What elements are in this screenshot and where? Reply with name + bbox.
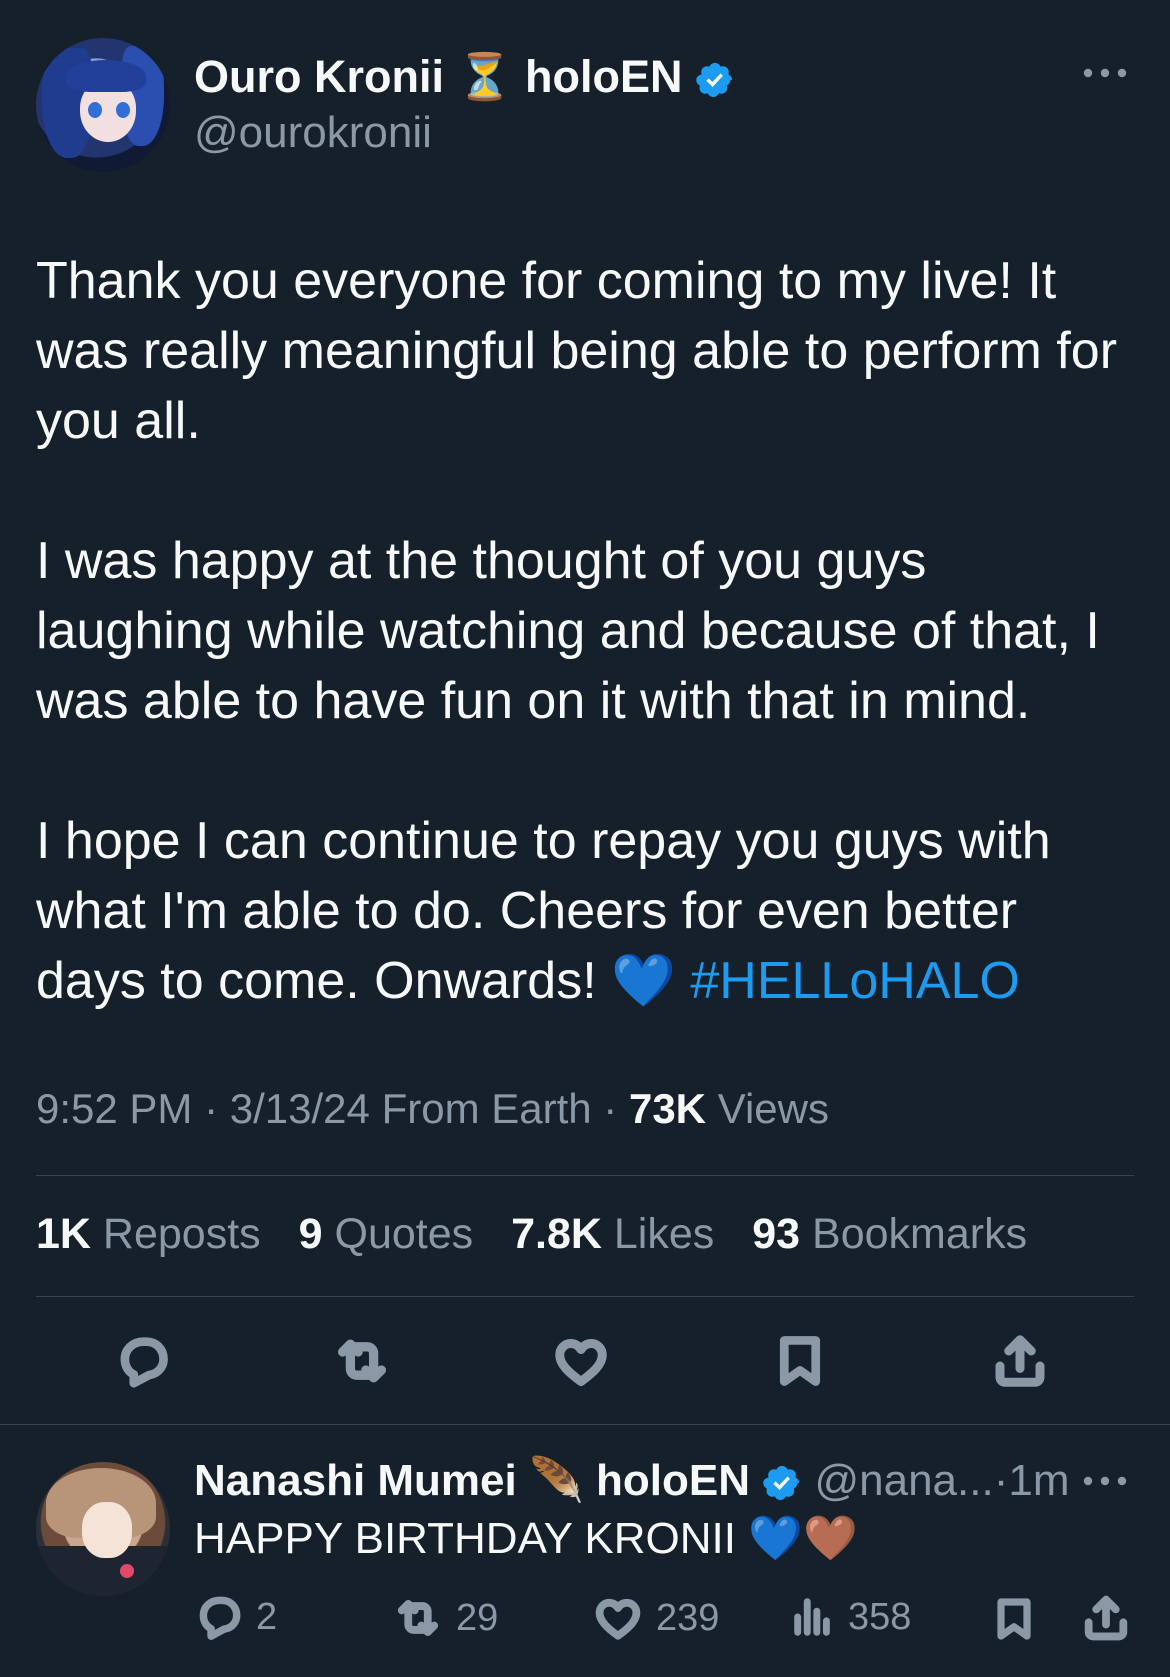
- divider: [0, 1424, 1170, 1425]
- reply-handle[interactable]: @nana...: [814, 1456, 993, 1505]
- like-icon: [595, 1598, 641, 1640]
- tweet-body: Thank you everyone for coming to my live…: [36, 246, 1136, 1016]
- bookmark-button[interactable]: [765, 1326, 835, 1396]
- reply-bookmark-button[interactable]: [990, 1592, 1050, 1646]
- tweet-meta: 9:52 PM · 3/13/24 From Earth · 73K Views: [36, 1085, 829, 1133]
- feather-emoji: 🪶: [528, 1456, 584, 1505]
- repost-button[interactable]: [327, 1326, 397, 1396]
- author-affiliation[interactable]: holoEN: [525, 51, 682, 102]
- reply-author-affiliation[interactable]: holoEN: [596, 1456, 750, 1505]
- blue-heart-emoji: 💙: [611, 952, 676, 1010]
- reply-views-button[interactable]: 358: [790, 1592, 911, 1642]
- divider: [36, 1296, 1134, 1297]
- verified-badge-icon: [696, 63, 733, 98]
- reply-text: HAPPY BIRTHDAY KRONII 💙🤎: [194, 1512, 858, 1564]
- divider: [36, 1175, 1134, 1176]
- verified-badge-icon: [763, 1466, 800, 1501]
- reply-share-button[interactable]: [1080, 1592, 1144, 1644]
- repost-icon: [397, 1600, 439, 1636]
- tweet-time[interactable]: 9:52 PM: [36, 1085, 192, 1132]
- likes-label: Likes: [613, 1210, 715, 1258]
- heart-emojis: 💙🤎: [748, 1514, 858, 1563]
- reply-body: HAPPY BIRTHDAY KRONII: [194, 1514, 737, 1563]
- quotes-count: 9: [298, 1210, 323, 1258]
- bookmark-icon: [779, 1336, 821, 1386]
- author-avatar[interactable]: [36, 38, 170, 172]
- views-count: 73K: [628, 1085, 707, 1132]
- more-options-button[interactable]: [1082, 66, 1128, 85]
- meta-separator: ·: [204, 1085, 219, 1132]
- reply-author-avatar[interactable]: [36, 1462, 170, 1596]
- share-icon: [1084, 1595, 1128, 1641]
- reply-reposts-button[interactable]: 29: [392, 1592, 498, 1644]
- author-name[interactable]: Ouro Kronii: [194, 51, 444, 102]
- reply-header: Nanashi Mumei 🪶 holoEN @nana...·1m: [194, 1454, 1069, 1506]
- reply-icon: [199, 1596, 241, 1640]
- likes-stat[interactable]: 7.8K Likes: [511, 1210, 714, 1258]
- reply-author-name[interactable]: Nanashi Mumei: [194, 1456, 517, 1505]
- engagement-stats: 1K Reposts 9 Quotes 7.8K Likes 93 Bookma…: [36, 1210, 1053, 1259]
- tweet-paragraph-2: I was happy at the thought of you guys l…: [36, 532, 1100, 730]
- meta-separator: ·: [603, 1085, 618, 1132]
- bookmark-icon: [997, 1598, 1031, 1640]
- like-icon: [555, 1339, 607, 1386]
- quotes-stat[interactable]: 9 Quotes: [299, 1210, 474, 1258]
- bookmarks-stat[interactable]: 93 Bookmarks: [752, 1210, 1027, 1258]
- repost-icon: [337, 1339, 387, 1383]
- hashtag-link[interactable]: #HELLoHALO: [690, 952, 1020, 1010]
- reply-replies-count: 2: [256, 1595, 278, 1638]
- reply-icon: [120, 1337, 168, 1388]
- share-icon: [995, 1335, 1045, 1387]
- quotes-label: Quotes: [334, 1210, 474, 1258]
- reply-reposts-count: 29: [456, 1596, 499, 1639]
- views-label: Views: [717, 1085, 829, 1132]
- reposts-count: 1K: [36, 1210, 91, 1258]
- like-button[interactable]: [546, 1326, 616, 1396]
- share-button[interactable]: [985, 1326, 1055, 1396]
- bookmarks-count: 93: [752, 1210, 801, 1258]
- reply-time[interactable]: 1m: [1008, 1456, 1069, 1505]
- bookmarks-label: Bookmarks: [812, 1210, 1028, 1258]
- more-horizontal-icon: [1083, 1476, 1127, 1486]
- tweet-paragraph-3: I hope I can continue to repay you guys …: [36, 806, 1136, 1016]
- views-icon: [794, 1598, 830, 1636]
- more-horizontal-icon: [1083, 68, 1127, 78]
- reply-views-count: 358: [848, 1595, 912, 1638]
- tweet-paragraph-1: Thank you everyone for coming to my live…: [36, 252, 1118, 450]
- hourglass-emoji: ⏳: [456, 51, 513, 102]
- reply-likes-button[interactable]: 239: [592, 1592, 719, 1644]
- reposts-stat[interactable]: 1K Reposts: [36, 1210, 261, 1258]
- reply-button[interactable]: [108, 1326, 178, 1396]
- reply-replies-button[interactable]: 2: [194, 1592, 277, 1642]
- tweet-source: From Earth: [381, 1085, 592, 1132]
- author-handle[interactable]: @ourokronii: [194, 108, 432, 158]
- reply-more-button[interactable]: [1082, 1474, 1128, 1493]
- reposts-label: Reposts: [102, 1210, 261, 1258]
- reply-likes-count: 239: [656, 1596, 720, 1639]
- reply-separator: ·: [993, 1456, 1009, 1505]
- tweet-date[interactable]: 3/13/24: [230, 1085, 370, 1132]
- author-name-row[interactable]: Ouro Kronii ⏳ holoEN: [194, 50, 735, 103]
- likes-count: 7.8K: [511, 1210, 602, 1258]
